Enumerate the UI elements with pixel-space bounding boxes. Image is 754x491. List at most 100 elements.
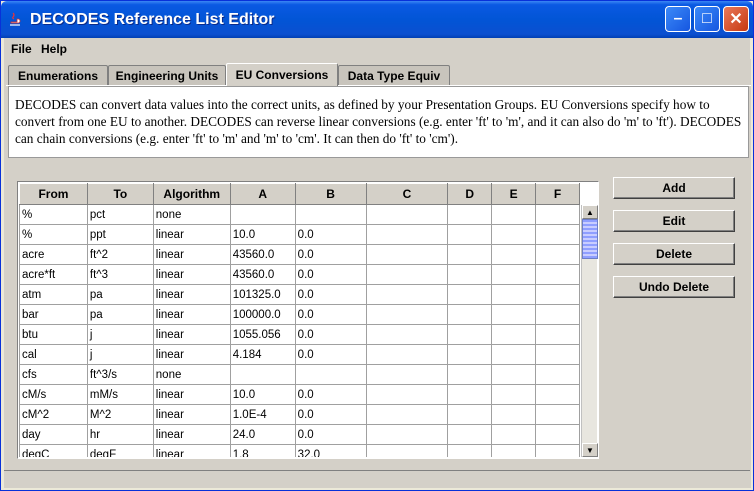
table-cell[interactable] [535,204,580,225]
table-cell[interactable] [294,204,367,225]
table-cell[interactable] [447,204,493,225]
table-cell[interactable] [535,344,580,365]
table-cell[interactable]: bar [19,304,88,325]
table-cell[interactable] [535,324,580,345]
table-cell[interactable] [365,264,449,285]
menu-file[interactable]: File [11,42,32,56]
table-cell[interactable]: none [152,204,231,225]
table-cell[interactable] [365,224,449,245]
table-cell[interactable] [447,304,493,325]
table-row[interactable]: cM^2 M^2 linear 1.0E-4 0.0 [19,404,580,425]
table-cell[interactable] [447,344,493,365]
table-cell[interactable] [365,364,449,385]
column-header-d[interactable]: D [447,183,493,205]
tab-eu-conversions[interactable]: EU Conversions [226,63,338,86]
table-cell[interactable]: j [86,324,154,345]
table-row[interactable]: acre ft^2 linear 43560.0 0.0 [19,244,580,265]
table-cell[interactable]: 0.0 [294,324,367,345]
table-cell[interactable]: linear [152,324,231,345]
table-cell[interactable] [447,424,493,445]
table-cell[interactable] [535,264,580,285]
title-bar[interactable]: DECODES Reference List Editor – □ ✕ [1,1,753,38]
minimize-button[interactable]: – [665,6,691,32]
table-cell[interactable] [491,284,537,305]
table-cell[interactable]: hr [86,424,154,445]
table-cell[interactable] [491,404,537,425]
edit-button[interactable]: Edit [613,210,735,232]
scroll-thumb[interactable] [582,219,598,259]
table-cell[interactable]: 0.0 [294,284,367,305]
table-cell[interactable]: 43560.0 [229,244,296,265]
table-cell[interactable]: acre [19,244,88,265]
table-cell[interactable] [491,384,537,405]
table-cell[interactable] [447,324,493,345]
table-cell[interactable]: 43560.0 [229,264,296,285]
table-cell[interactable] [447,384,493,405]
table-cell[interactable] [365,404,449,425]
table-cell[interactable]: pa [86,304,154,325]
table-row[interactable]: bar pa linear 100000.0 0.0 [19,304,580,325]
table-cell[interactable]: linear [152,344,231,365]
table-cell[interactable]: mM/s [86,384,154,405]
table-cell[interactable] [491,224,537,245]
table-cell[interactable] [365,444,449,457]
table-cell[interactable]: 10.0 [229,384,296,405]
table-cell[interactable] [365,304,449,325]
table-cell[interactable]: degF [86,444,154,457]
table-cell[interactable]: cal [19,344,88,365]
table-cell[interactable]: cM^2 [19,404,88,425]
table-cell[interactable]: % [19,204,88,225]
table-cell[interactable]: j [86,344,154,365]
table-cell[interactable]: 0.0 [294,304,367,325]
vertical-scrollbar[interactable]: ▲ ▼ [581,205,598,457]
table-row[interactable]: atm pa linear 101325.0 0.0 [19,284,580,305]
tab-data-type-equiv[interactable]: Data Type Equiv [338,65,450,86]
table-cell[interactable] [535,444,580,457]
table-cell[interactable] [447,244,493,265]
table-cell[interactable] [491,344,537,365]
table-cell[interactable] [491,244,537,265]
scroll-down-button[interactable]: ▼ [582,443,598,457]
table-cell[interactable] [365,204,449,225]
table-cell[interactable]: acre*ft [19,264,88,285]
table-cell[interactable]: 0.0 [294,344,367,365]
table-cell[interactable]: 4.184 [229,344,296,365]
table-cell[interactable] [491,424,537,445]
table-cell[interactable]: atm [19,284,88,305]
table-cell[interactable] [535,364,580,385]
table-cell[interactable]: linear [152,404,231,425]
table-cell[interactable] [491,364,537,385]
table-cell[interactable]: cfs [19,364,88,385]
table-row[interactable]: degC degF linear 1.8 32.0 [19,444,580,457]
table-cell[interactable] [535,224,580,245]
column-header-b[interactable]: B [294,183,367,205]
table-cell[interactable]: linear [152,304,231,325]
table-cell[interactable] [447,364,493,385]
table-cell[interactable]: 24.0 [229,424,296,445]
table-cell[interactable] [447,444,493,457]
table-cell[interactable]: linear [152,284,231,305]
tab-enumerations[interactable]: Enumerations [8,65,108,86]
delete-button[interactable]: Delete [613,243,735,265]
table-cell[interactable]: 0.0 [294,404,367,425]
column-header-to[interactable]: To [86,183,154,205]
table-cell[interactable]: linear [152,424,231,445]
table-cell[interactable] [491,204,537,225]
table-cell[interactable]: ppt [86,224,154,245]
table-cell[interactable]: btu [19,324,88,345]
table-cell[interactable] [229,204,296,225]
table-cell[interactable] [491,264,537,285]
table-cell[interactable] [294,364,367,385]
table-cell[interactable] [365,344,449,365]
table-row[interactable]: % pct none [19,204,580,225]
table-cell[interactable] [535,384,580,405]
menu-help[interactable]: Help [41,42,67,56]
table-row[interactable]: % ppt linear 10.0 0.0 [19,224,580,245]
add-button[interactable]: Add [613,177,735,199]
table-cell[interactable]: pa [86,284,154,305]
table-cell[interactable]: 1055.056 [229,324,296,345]
table-cell[interactable]: degC [19,444,88,457]
maximize-button[interactable]: □ [694,6,720,32]
table-cell[interactable] [491,324,537,345]
table-cell[interactable] [535,244,580,265]
